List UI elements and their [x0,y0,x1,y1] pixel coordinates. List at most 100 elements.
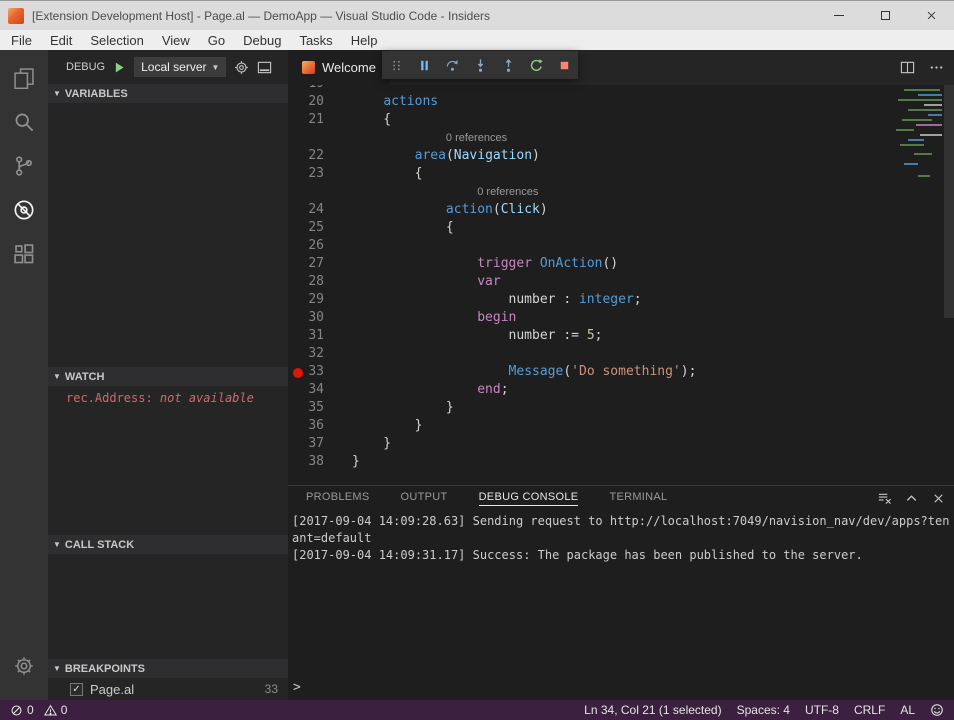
menu-selection[interactable]: Selection [81,33,152,48]
menu-file[interactable]: File [2,33,41,48]
activity-debug-icon[interactable] [0,188,48,232]
more-actions-icon[interactable] [929,60,944,75]
gutter[interactable]: 36 [288,418,352,436]
gutter[interactable]: 26 [288,238,352,256]
menu-tasks[interactable]: Tasks [290,33,341,48]
menu-go[interactable]: Go [199,33,234,48]
watch-item[interactable]: rec.Address: not available [48,386,288,405]
gutter[interactable]: 28 [288,274,352,292]
code-text[interactable]: var [352,274,954,292]
code-text[interactable]: number : integer; [352,292,954,310]
code-text[interactable]: { [352,112,954,130]
code-line-19[interactable]: 19 [288,85,954,94]
panel-tab-terminal[interactable]: TERMINAL [609,491,667,506]
gutter[interactable]: 22 [288,148,352,166]
code-text[interactable]: } [352,454,954,472]
gutter[interactable]: 30 [288,310,352,328]
debug-config-select[interactable]: Local server ▼ [134,57,226,77]
code-line-34[interactable]: 34 end; [288,382,954,400]
step-into-button[interactable] [467,53,493,77]
code-text[interactable]: { [352,166,954,184]
gutter[interactable]: 38 [288,454,352,472]
code-text[interactable]: } [352,400,954,418]
gutter[interactable]: 35 [288,400,352,418]
code-text[interactable]: } [352,436,954,454]
code-line-28[interactable]: 28 var [288,274,954,292]
activity-extensions-icon[interactable] [0,232,48,276]
code-editor[interactable]: 1920 actions21 { 0 references22 area(Nav… [288,85,954,485]
gutter[interactable]: 29 [288,292,352,310]
code-line-21[interactable]: 21 { [288,112,954,130]
watch-section-header[interactable]: ▼ WATCH [48,367,288,386]
code-line-25[interactable]: 25 { [288,220,954,238]
step-over-button[interactable] [439,53,465,77]
gutter[interactable]: 20 [288,94,352,112]
editor-scrollbar[interactable] [944,85,954,318]
menu-help[interactable]: Help [342,33,387,48]
code-line-31[interactable]: 31 number := 5; [288,328,954,346]
toolbar-drag-handle[interactable] [383,53,409,77]
code-text[interactable]: number := 5; [352,328,954,346]
gutter[interactable]: 19 [288,85,352,94]
minimize-button[interactable] [816,1,862,30]
codelens-references[interactable]: 0 references [288,130,954,148]
panel-tab-debug-console[interactable]: DEBUG CONSOLE [479,491,579,506]
menu-edit[interactable]: Edit [41,33,81,48]
code-line-29[interactable]: 29 number : integer; [288,292,954,310]
start-debugging-button[interactable] [113,61,126,74]
feedback-smiley-icon[interactable] [930,703,944,717]
stop-button[interactable] [551,53,577,77]
code-line-33[interactable]: 33 Message('Do something'); [288,364,954,382]
pause-button[interactable] [411,53,437,77]
code-line-35[interactable]: 35 } [288,400,954,418]
split-editor-icon[interactable] [900,60,915,75]
breakpoint-checkbox[interactable]: ✓ [70,683,83,696]
code-text[interactable] [352,238,954,256]
menu-view[interactable]: View [153,33,199,48]
breakpoint-dot[interactable] [293,368,303,378]
gutter[interactable]: 33 [288,364,352,382]
gutter[interactable]: 34 [288,382,352,400]
minimap[interactable] [874,87,944,247]
breakpoint-item[interactable]: ✓Page.al33 [48,678,288,700]
step-out-button[interactable] [495,53,521,77]
code-line-32[interactable]: 32 [288,346,954,364]
code-text[interactable]: { [352,220,954,238]
close-button[interactable] [908,1,954,30]
activity-explorer-icon[interactable] [0,56,48,100]
maximize-panel-icon[interactable] [904,491,919,506]
code-line-27[interactable]: 27 trigger OnAction() [288,256,954,274]
indentation-setting[interactable]: Spaces: 4 [737,703,790,717]
encoding-setting[interactable]: UTF-8 [805,703,839,717]
cursor-position[interactable]: Ln 34, Col 21 (1 selected) [584,703,721,717]
code-line-24[interactable]: 24 action(Click) [288,202,954,220]
breakpoints-section-header[interactable]: ▼ BREAKPOINTS [48,659,288,678]
code-text[interactable] [352,85,954,94]
code-line-37[interactable]: 37 } [288,436,954,454]
configure-gear-icon[interactable] [234,60,249,75]
code-text[interactable]: trigger OnAction() [352,256,954,274]
language-mode[interactable]: AL [900,703,915,717]
close-panel-icon[interactable] [931,491,946,506]
restart-button[interactable] [523,53,549,77]
code-text[interactable]: actions [352,94,954,112]
code-line-38[interactable]: 38} [288,454,954,472]
code-text[interactable]: action(Click) [352,202,954,220]
gutter[interactable]: 25 [288,220,352,238]
codelens-label[interactable]: 0 references [477,186,538,204]
code-text[interactable]: } [352,418,954,436]
code-text[interactable]: begin [352,310,954,328]
menu-debug[interactable]: Debug [234,33,290,48]
activity-source-control-icon[interactable] [0,144,48,188]
error-count-indicator[interactable]: 0 [10,703,34,717]
code-text[interactable] [352,346,954,364]
gutter[interactable]: 24 [288,202,352,220]
gutter[interactable]: 32 [288,346,352,364]
tab-welcome[interactable]: Welcome [288,50,390,85]
code-line-30[interactable]: 30 begin [288,310,954,328]
code-line-20[interactable]: 20 actions [288,94,954,112]
codelens-label[interactable]: 0 references [446,132,507,150]
code-text[interactable]: end; [352,382,954,400]
activity-search-icon[interactable] [0,100,48,144]
code-text[interactable]: Message('Do something'); [352,364,954,382]
